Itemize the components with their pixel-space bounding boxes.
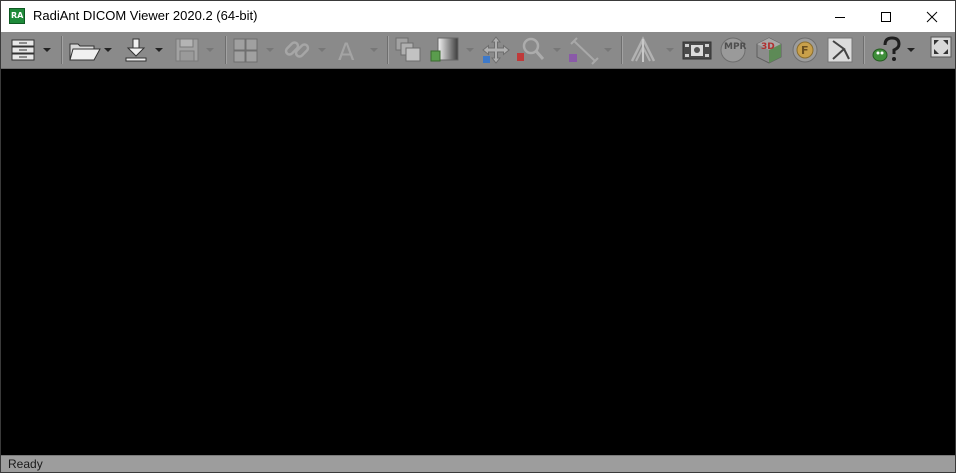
maximize-icon — [881, 11, 891, 22]
database-button[interactable] — [9, 35, 55, 65]
3d-icon: 3D — [756, 37, 782, 64]
toolbar-separator — [863, 36, 865, 64]
3d-button[interactable]: 3D — [753, 35, 785, 65]
save-icon — [175, 38, 214, 62]
mpr-icon: MPR — [720, 37, 747, 63]
window-title: RadiAnt DICOM Viewer 2020.2 (64-bit) — [33, 8, 258, 23]
fusion-label: F — [801, 44, 809, 57]
cine-button[interactable] — [681, 35, 713, 65]
toolbar-separator — [621, 36, 623, 64]
window-level-button[interactable] — [429, 35, 475, 65]
save-button[interactable] — [173, 35, 219, 65]
mpr-button[interactable]: MPR — [717, 35, 749, 65]
main-toolbar: A MPR 3D F — [1, 32, 955, 69]
pan-icon — [482, 36, 510, 64]
help-icon — [872, 36, 915, 62]
maximize-button[interactable] — [863, 1, 909, 32]
link-icon — [284, 41, 326, 58]
mpr-label: MPR — [724, 42, 747, 52]
annotation-text-label: A — [338, 38, 355, 65]
zoom-button[interactable] — [515, 35, 561, 65]
status-bar: Ready — [1, 455, 955, 472]
close-icon — [926, 11, 938, 22]
fullscreen-icon — [930, 36, 952, 58]
toolbar-separator — [225, 36, 227, 64]
annotation-text-icon: A — [338, 38, 378, 65]
curved-mpr-button[interactable] — [825, 35, 857, 65]
help-button[interactable] — [871, 35, 919, 65]
fullscreen-button[interactable] — [929, 35, 953, 65]
open-folder-icon — [69, 43, 112, 61]
app-logo-icon: RA — [9, 8, 25, 24]
layout-button[interactable] — [231, 35, 277, 65]
fusion-button[interactable]: F — [789, 35, 821, 65]
app-window: RA RadiAnt DICOM Viewer 2020.2 (64-bit) — [0, 0, 956, 473]
curved-mpr-icon — [827, 37, 853, 63]
image-viewport[interactable] — [1, 69, 955, 455]
link-button[interactable] — [283, 35, 329, 65]
database-icon — [11, 39, 51, 61]
scout-lines-button[interactable] — [629, 35, 677, 65]
toolbar-separator — [61, 36, 63, 64]
minimize-icon — [835, 16, 845, 18]
close-button[interactable] — [909, 1, 955, 32]
cine-icon — [682, 41, 712, 60]
minimize-button[interactable] — [817, 1, 863, 32]
zoom-icon — [517, 37, 561, 61]
status-text: Ready — [8, 457, 43, 471]
measure-button[interactable] — [567, 35, 613, 65]
fusion-icon: F — [792, 37, 818, 63]
measure-icon — [569, 37, 612, 65]
toolbar-separator — [387, 36, 389, 64]
3d-label: 3D — [761, 42, 775, 52]
app-logo-text: RA — [11, 11, 24, 20]
series-compare-icon — [395, 37, 421, 62]
import-button[interactable] — [123, 35, 167, 65]
scout-lines-icon — [630, 36, 674, 62]
open-button[interactable] — [67, 35, 115, 65]
window-level-icon — [430, 37, 474, 62]
annotation-button[interactable]: A — [335, 35, 381, 65]
layout-grid-icon — [233, 38, 274, 63]
series-compare-button[interactable] — [393, 35, 425, 65]
pan-button[interactable] — [481, 35, 513, 65]
title-bar[interactable]: RA RadiAnt DICOM Viewer 2020.2 (64-bit) — [1, 1, 955, 32]
download-icon — [125, 38, 163, 62]
